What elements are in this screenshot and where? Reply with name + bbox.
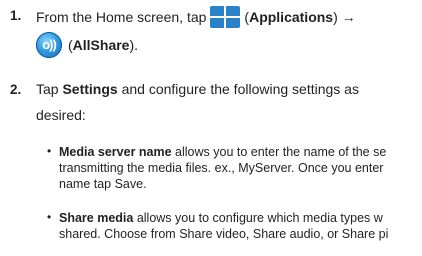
arrow-icon: → (341, 9, 356, 25)
step-number: 2. (10, 82, 22, 97)
applications-grid-icon (210, 6, 241, 28)
bullet-icon: • (47, 210, 52, 224)
bullet-1-line-2: transmitting the media files. ex., MySer… (59, 161, 384, 175)
allshare-label: AllShare (72, 37, 130, 53)
media-server-name-label: Media server name (59, 145, 172, 159)
step-2-line-2: desired: (36, 107, 86, 123)
step-number: 1. (10, 8, 22, 23)
step-1-line-1: From the Home screen, tap (Applications) … (36, 6, 356, 28)
step-1-line-2: o)) (AllShare). (36, 32, 138, 58)
bullet-1-line-3: name tap Save. (59, 177, 147, 191)
applications-label: Applications (249, 9, 334, 25)
bullet-2-line-2: shared. Choose from Share video, Share a… (59, 227, 389, 241)
share-media-label: Share media (59, 211, 134, 225)
step-2-line-1: Tap Settings and configure the following… (36, 81, 359, 97)
step-text: From the Home screen, tap (36, 9, 207, 25)
bullet-1-line-1: Media server name allows you to enter th… (59, 145, 387, 159)
allshare-icon: o)) (36, 32, 62, 58)
bullet-icon: • (47, 144, 52, 158)
settings-label: Settings (62, 81, 118, 97)
bullet-2-line-1: Share media allows you to configure whic… (59, 211, 383, 225)
